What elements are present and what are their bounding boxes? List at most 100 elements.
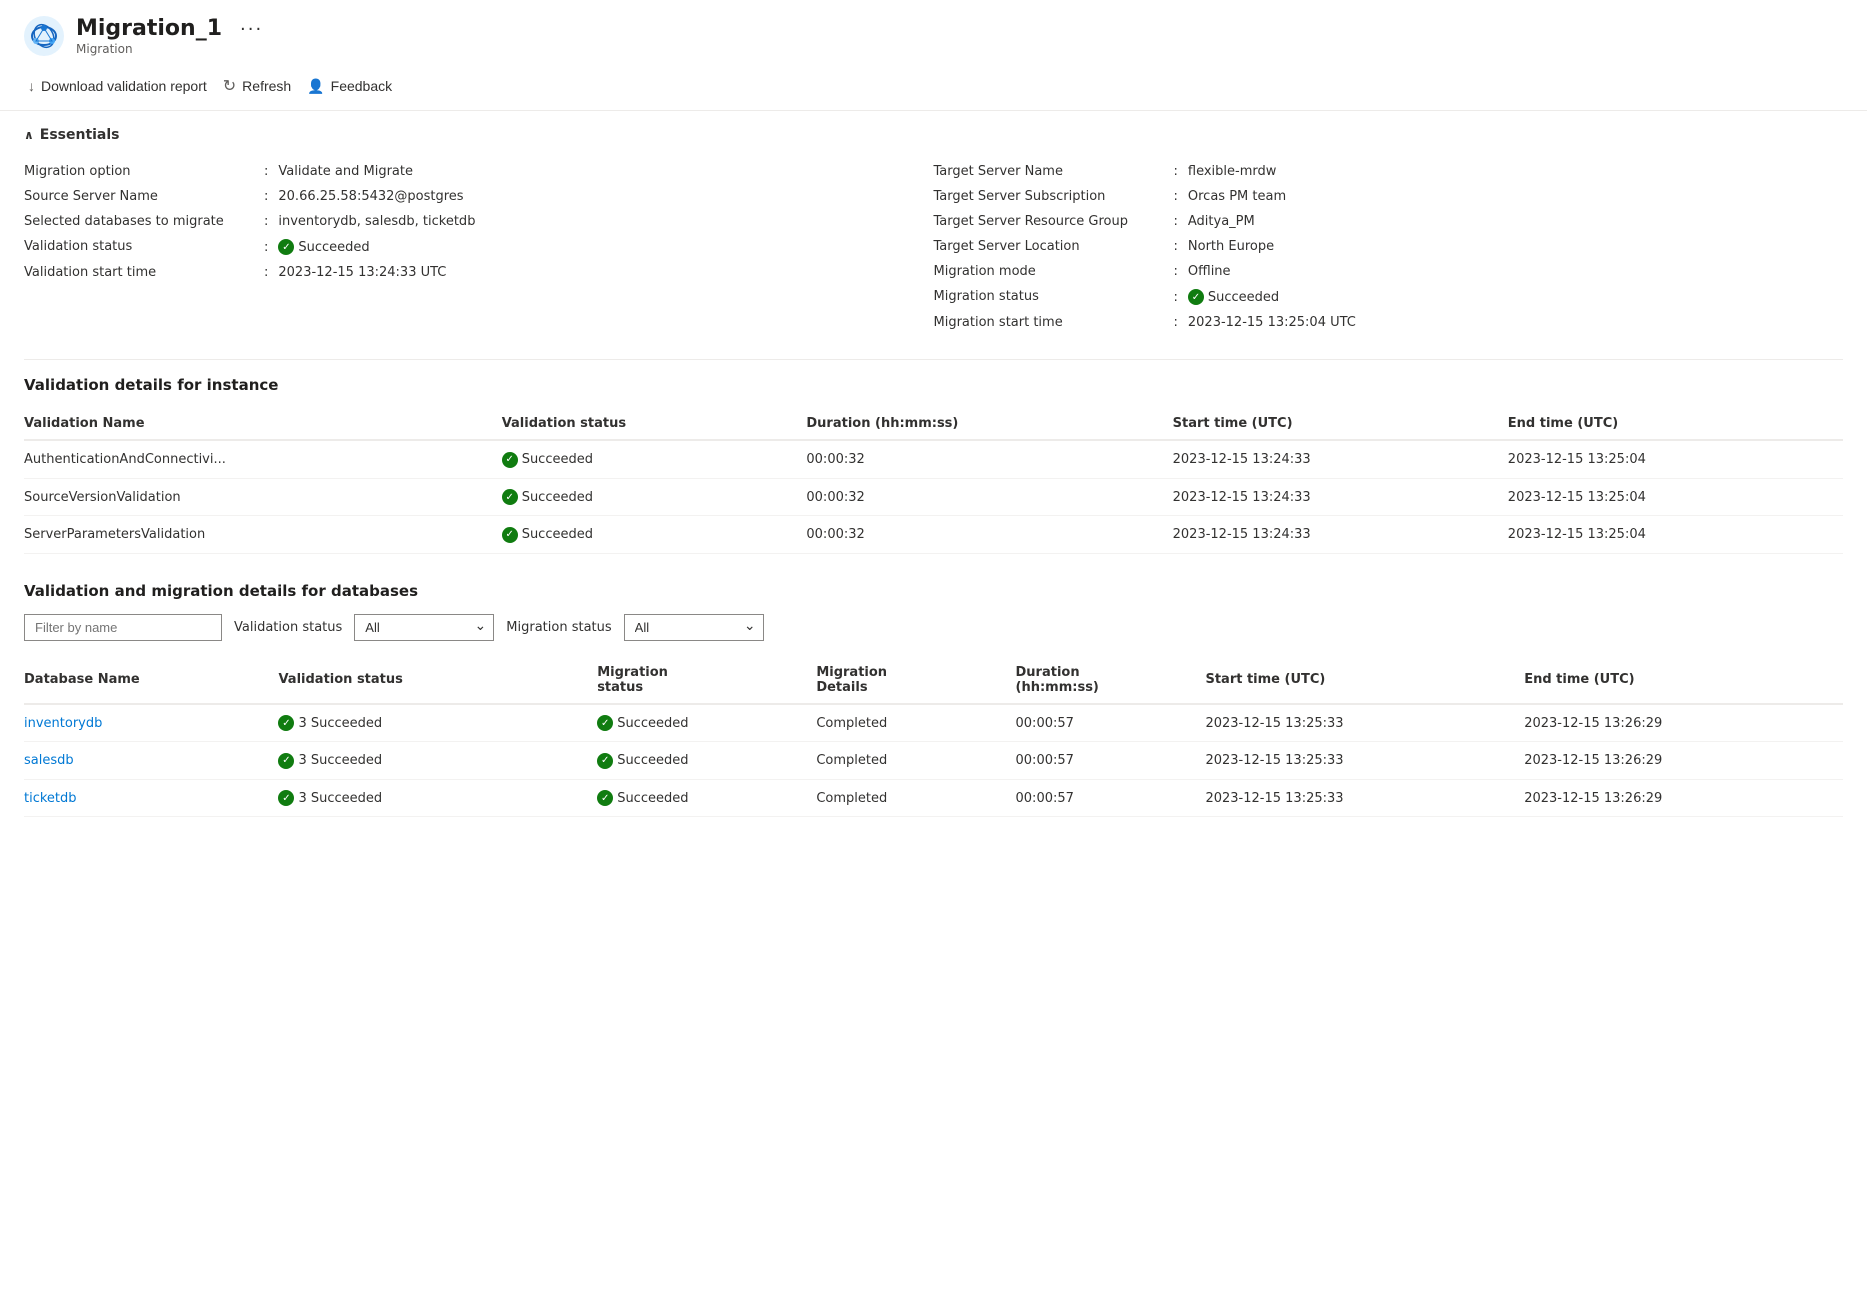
val-start-cell: 2023-12-15 13:24:33 bbox=[1173, 440, 1508, 478]
col-db-duration: Duration(hh:mm:ss) bbox=[1016, 657, 1206, 704]
download-report-button[interactable]: Download validation report bbox=[24, 72, 219, 100]
check-circle-icon bbox=[502, 527, 518, 543]
col-db-val-status: Validation status bbox=[278, 657, 597, 704]
table-row: ServerParametersValidation Succeeded 00:… bbox=[24, 516, 1843, 554]
col-duration: Duration (hh:mm:ss) bbox=[806, 408, 1172, 440]
val-name-cell: ServerParametersValidation bbox=[24, 516, 502, 554]
validation-instance-tbody: AuthenticationAndConnectivi... Succeeded… bbox=[24, 440, 1843, 553]
refresh-icon bbox=[223, 76, 236, 96]
db-duration-cell: 00:00:57 bbox=[1016, 704, 1206, 742]
page-header: Migration_1 ··· Migration bbox=[0, 0, 1867, 64]
migration-status-filter-wrapper: All Succeeded Failed bbox=[624, 614, 764, 641]
migration-icon bbox=[24, 16, 64, 56]
essentials-chevron-icon: ∧ bbox=[24, 128, 34, 142]
db-start-cell: 2023-12-15 13:25:33 bbox=[1205, 704, 1524, 742]
db-val-status-cell: 3 Succeeded bbox=[278, 704, 597, 742]
db-mig-status-cell: Succeeded bbox=[597, 779, 816, 817]
essentials-row-source-server: Source Server Name : 20.66.25.58:5432@po… bbox=[24, 184, 934, 209]
db-mig-status-badge: Succeeded bbox=[597, 715, 688, 731]
essentials-title: Essentials bbox=[40, 127, 120, 143]
db-start-cell: 2023-12-15 13:25:33 bbox=[1205, 742, 1524, 780]
db-mig-status-badge: Succeeded bbox=[597, 753, 688, 769]
row-status-badge: Succeeded bbox=[502, 452, 593, 468]
db-inventorydb-link[interactable]: inventorydb bbox=[24, 716, 102, 731]
db-name-cell: salesdb bbox=[24, 742, 278, 780]
validation-status-badge: Succeeded bbox=[278, 239, 369, 255]
essentials-section-header[interactable]: ∧ Essentials bbox=[24, 127, 1843, 143]
val-status-cell: Succeeded bbox=[502, 516, 807, 554]
val-duration-cell: 00:00:32 bbox=[806, 440, 1172, 478]
table-row: ticketdb 3 Succeeded Succeeded Completed… bbox=[24, 779, 1843, 817]
db-mig-details-cell: Completed bbox=[816, 779, 1015, 817]
check-circle-icon bbox=[597, 715, 613, 731]
val-start-cell: 2023-12-15 13:24:33 bbox=[1173, 478, 1508, 516]
col-db-start: Start time (UTC) bbox=[1205, 657, 1524, 704]
migration-status-badge: Succeeded bbox=[1188, 289, 1279, 305]
check-circle-icon bbox=[278, 790, 294, 806]
val-start-cell: 2023-12-15 13:24:33 bbox=[1173, 516, 1508, 554]
filter-by-name-input[interactable] bbox=[24, 614, 222, 641]
db-end-cell: 2023-12-15 13:26:29 bbox=[1524, 704, 1843, 742]
essentials-row-selected-dbs: Selected databases to migrate : inventor… bbox=[24, 209, 934, 234]
db-salesdb-link[interactable]: salesdb bbox=[24, 753, 74, 768]
col-db-end: End time (UTC) bbox=[1524, 657, 1843, 704]
db-duration-cell: 00:00:57 bbox=[1016, 742, 1206, 780]
db-mig-details-cell: Completed bbox=[816, 742, 1015, 780]
db-name-cell: ticketdb bbox=[24, 779, 278, 817]
validation-status-filter-label: Validation status bbox=[234, 620, 342, 635]
col-db-mig-status: Migrationstatus bbox=[597, 657, 816, 704]
db-mig-details-cell: Completed bbox=[816, 704, 1015, 742]
essentials-row-migration-option: Migration option : Validate and Migrate bbox=[24, 159, 934, 184]
migration-status-filter-label: Migration status bbox=[506, 620, 611, 635]
db-end-cell: 2023-12-15 13:26:29 bbox=[1524, 779, 1843, 817]
val-end-cell: 2023-12-15 13:25:04 bbox=[1508, 440, 1843, 478]
databases-tbody: inventorydb 3 Succeeded Succeeded Comple… bbox=[24, 704, 1843, 817]
check-circle-icon bbox=[1188, 289, 1204, 305]
essentials-row-validation-start: Validation start time : 2023-12-15 13:24… bbox=[24, 260, 934, 285]
col-validation-status: Validation status bbox=[502, 408, 807, 440]
essentials-left: Migration option : Validate and Migrate … bbox=[24, 159, 934, 335]
val-end-cell: 2023-12-15 13:25:04 bbox=[1508, 478, 1843, 516]
col-start-time: Start time (UTC) bbox=[1173, 408, 1508, 440]
table-row: AuthenticationAndConnectivi... Succeeded… bbox=[24, 440, 1843, 478]
filter-row: Validation status All Succeeded Failed M… bbox=[24, 614, 1843, 641]
databases-thead: Database Name Validation status Migratio… bbox=[24, 657, 1843, 704]
db-val-status-badge: 3 Succeeded bbox=[278, 753, 382, 769]
check-circle-icon bbox=[597, 790, 613, 806]
val-end-cell: 2023-12-15 13:25:04 bbox=[1508, 516, 1843, 554]
essentials-row-target-location: Target Server Location : North Europe bbox=[934, 234, 1844, 259]
db-end-cell: 2023-12-15 13:26:29 bbox=[1524, 742, 1843, 780]
db-val-status-cell: 3 Succeeded bbox=[278, 779, 597, 817]
feedback-button[interactable]: Feedback bbox=[303, 72, 404, 101]
validation-status-filter-select[interactable]: All Succeeded Failed bbox=[354, 614, 494, 641]
databases-table: Database Name Validation status Migratio… bbox=[24, 657, 1843, 818]
check-circle-icon bbox=[502, 489, 518, 505]
col-validation-name: Validation Name bbox=[24, 408, 502, 440]
page-title: Migration_1 bbox=[76, 16, 222, 42]
more-options-button[interactable]: ··· bbox=[236, 19, 267, 40]
check-circle-icon bbox=[278, 753, 294, 769]
col-db-mig-details: MigrationDetails bbox=[816, 657, 1015, 704]
main-content: ∧ Essentials Migration option : Validate… bbox=[0, 111, 1867, 861]
feedback-icon bbox=[307, 78, 324, 95]
val-duration-cell: 00:00:32 bbox=[806, 478, 1172, 516]
page-subtitle: Migration bbox=[76, 42, 267, 56]
validation-status-filter-wrapper: All Succeeded Failed bbox=[354, 614, 494, 641]
refresh-button[interactable]: Refresh bbox=[219, 70, 303, 102]
row-status-badge: Succeeded bbox=[502, 527, 593, 543]
table-row: salesdb 3 Succeeded Succeeded Completed … bbox=[24, 742, 1843, 780]
databases-header-row: Database Name Validation status Migratio… bbox=[24, 657, 1843, 704]
essentials-row-migration-mode: Migration mode : Offline bbox=[934, 259, 1844, 284]
download-icon bbox=[28, 78, 35, 94]
essentials-row-target-resource-group: Target Server Resource Group : Aditya_PM bbox=[934, 209, 1844, 234]
validation-databases-title: Validation and migration details for dat… bbox=[24, 582, 1843, 600]
db-val-status-badge: 3 Succeeded bbox=[278, 715, 382, 731]
val-status-cell: Succeeded bbox=[502, 440, 807, 478]
section-divider bbox=[24, 359, 1843, 360]
db-ticketdb-link[interactable]: ticketdb bbox=[24, 791, 77, 806]
essentials-row-migration-status: Migration status : Succeeded bbox=[934, 284, 1844, 310]
migration-status-filter-select[interactable]: All Succeeded Failed bbox=[624, 614, 764, 641]
db-start-cell: 2023-12-15 13:25:33 bbox=[1205, 779, 1524, 817]
val-name-cell: AuthenticationAndConnectivi... bbox=[24, 440, 502, 478]
row-status-badge: Succeeded bbox=[502, 489, 593, 505]
